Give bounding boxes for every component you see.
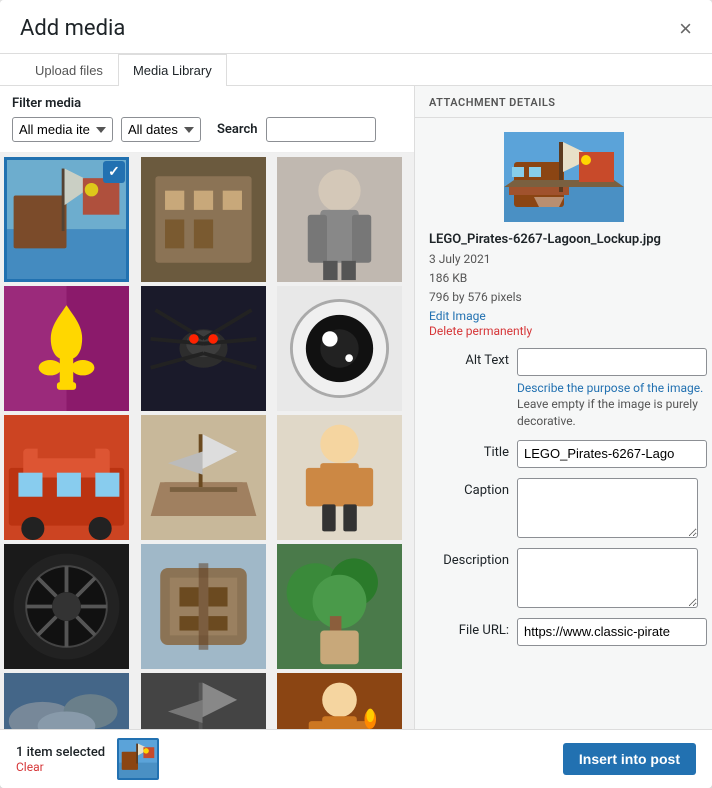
modal-footer: 1 item selected Clear Insert into post bbox=[0, 729, 712, 788]
tab-media-library[interactable]: Media Library bbox=[118, 54, 227, 86]
delete-image-link[interactable]: Delete permanently bbox=[429, 324, 698, 338]
media-item[interactable] bbox=[277, 415, 402, 540]
search-label: Search bbox=[217, 122, 258, 137]
file-url-label: File URL: bbox=[429, 618, 509, 638]
attachment-pane: ATTACHMENT DETAILS bbox=[415, 86, 712, 729]
filter-controls: All media ite All dates Search bbox=[12, 117, 402, 142]
media-grid-container[interactable] bbox=[0, 153, 414, 729]
selected-check-badge bbox=[103, 161, 125, 183]
alt-text-helper: Describe the purpose of the image. Leave… bbox=[517, 380, 707, 430]
media-item[interactable] bbox=[4, 415, 129, 540]
alt-text-helper-text: Leave empty if the image is purely decor… bbox=[517, 397, 698, 428]
attachment-fields: Alt Text Describe the purpose of the ima… bbox=[415, 348, 712, 666]
alt-text-label: Alt Text bbox=[429, 348, 509, 368]
alt-text-helper-link[interactable]: Describe the purpose of the image. bbox=[517, 381, 703, 395]
description-input[interactable] bbox=[517, 548, 698, 608]
media-item[interactable] bbox=[4, 544, 129, 669]
modal-title: Add media bbox=[20, 16, 125, 41]
media-item[interactable] bbox=[141, 544, 266, 669]
media-item[interactable] bbox=[277, 544, 402, 669]
clear-selection-link[interactable]: Clear bbox=[16, 760, 105, 774]
media-item[interactable] bbox=[4, 286, 129, 411]
search-input[interactable] bbox=[266, 117, 376, 142]
selected-info: 1 item selected Clear bbox=[16, 745, 105, 774]
tab-bar: Upload files Media Library bbox=[0, 54, 712, 86]
tab-upload[interactable]: Upload files bbox=[20, 54, 118, 86]
attachment-header: ATTACHMENT DETAILS bbox=[415, 86, 712, 118]
media-item[interactable] bbox=[141, 673, 266, 729]
title-row: Title bbox=[429, 440, 698, 468]
media-item[interactable] bbox=[277, 157, 402, 282]
title-label: Title bbox=[429, 440, 509, 460]
insert-into-post-button[interactable]: Insert into post bbox=[563, 743, 696, 775]
selected-thumbnail bbox=[117, 738, 159, 780]
attachment-dimensions: 796 by 576 pixels bbox=[429, 288, 698, 307]
media-item[interactable] bbox=[141, 286, 266, 411]
media-item[interactable] bbox=[277, 286, 402, 411]
footer-left: 1 item selected Clear bbox=[16, 738, 159, 780]
attachment-info: LEGO_Pirates-6267-Lagoon_Lockup.jpg 3 Ju… bbox=[415, 232, 712, 348]
date-filter[interactable]: All dates bbox=[121, 117, 201, 142]
file-url-input[interactable] bbox=[517, 618, 707, 646]
filter-bar: Filter media All media ite All dates Sea… bbox=[0, 86, 414, 153]
media-item[interactable] bbox=[277, 673, 402, 729]
alt-text-input[interactable] bbox=[517, 348, 707, 376]
caption-label: Caption bbox=[429, 478, 509, 498]
description-label: Description bbox=[429, 548, 509, 568]
media-grid bbox=[4, 157, 410, 729]
caption-input[interactable] bbox=[517, 478, 698, 538]
media-item[interactable] bbox=[4, 673, 129, 729]
modal-header: Add media × bbox=[0, 0, 712, 54]
media-item[interactable] bbox=[141, 415, 266, 540]
edit-image-link[interactable]: Edit Image bbox=[429, 309, 698, 323]
media-item[interactable] bbox=[4, 157, 129, 282]
attachment-preview-image bbox=[504, 132, 624, 222]
attachment-filename: LEGO_Pirates-6267-Lagoon_Lockup.jpg bbox=[429, 232, 698, 247]
attachment-size: 186 KB bbox=[429, 269, 698, 288]
filter-label: Filter media bbox=[12, 96, 402, 111]
close-button[interactable]: × bbox=[679, 18, 692, 40]
attachment-date: 3 July 2021 bbox=[429, 250, 698, 269]
media-list-pane: Filter media All media ite All dates Sea… bbox=[0, 86, 415, 729]
media-item[interactable] bbox=[141, 157, 266, 282]
add-media-modal: Add media × Upload files Media Library F… bbox=[0, 0, 712, 788]
file-url-row: File URL: bbox=[429, 618, 698, 646]
attachment-thumb bbox=[415, 118, 712, 232]
description-row: Description bbox=[429, 548, 698, 608]
alt-text-row: Alt Text Describe the purpose of the ima… bbox=[429, 348, 698, 430]
media-type-filter[interactable]: All media ite bbox=[12, 117, 113, 142]
modal-body: Filter media All media ite All dates Sea… bbox=[0, 86, 712, 729]
title-input[interactable] bbox=[517, 440, 707, 468]
selected-count: 1 item selected bbox=[16, 745, 105, 760]
caption-row: Caption bbox=[429, 478, 698, 538]
